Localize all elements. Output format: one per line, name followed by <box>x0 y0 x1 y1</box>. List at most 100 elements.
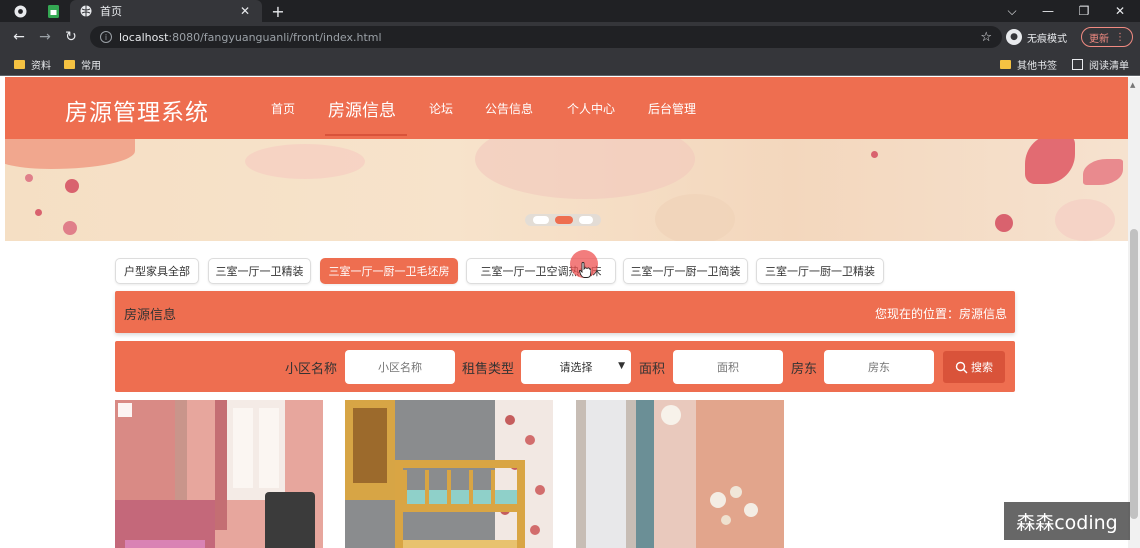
back-icon[interactable]: ← <box>10 28 28 46</box>
banner-decoration <box>871 151 878 158</box>
folder-icon <box>64 60 75 69</box>
banner-decoration <box>995 214 1013 232</box>
banner-decoration <box>655 194 735 241</box>
bookmarks-bar: 资料 常用 其他书签 阅读清单 <box>0 52 1140 76</box>
banner-decoration <box>25 174 33 182</box>
nav-home[interactable]: 首页 <box>271 77 295 139</box>
bookmark-label: 常用 <box>81 61 101 72</box>
search-button-label: 搜索 <box>971 361 993 374</box>
community-input[interactable] <box>345 350 455 384</box>
category-all[interactable]: 户型家具全部 <box>115 258 199 284</box>
listing-photo[interactable] <box>576 400 784 548</box>
bookmark-label: 阅读清单 <box>1089 61 1129 72</box>
banner-decoration <box>1025 139 1075 184</box>
page-scrollbar[interactable]: ▲ <box>1128 77 1140 548</box>
community-label: 小区名称 <box>285 362 338 377</box>
listing-photo[interactable] <box>345 400 553 548</box>
rent-type-value: 请选择 <box>559 361 593 374</box>
browser-tab-bar: 首页 ✕ + ⌵ — ❐ ✕ <box>0 0 1140 22</box>
info-icon[interactable]: i <box>100 31 112 43</box>
banner-carousel[interactable] <box>5 139 1128 241</box>
folder-icon <box>14 60 25 69</box>
section-header: 房源信息 您现在的位置：房源信息 <box>115 291 1015 333</box>
chevron-down-icon: ▼ <box>618 361 625 371</box>
category-item[interactable]: 三室一厅一厨一卫精装 <box>756 258 884 284</box>
other-bookmarks[interactable]: 其他书签 <box>1000 57 1057 72</box>
breadcrumb: 您现在的位置：房源信息 <box>874 307 1007 321</box>
folder-icon <box>1000 60 1011 69</box>
hand-cursor-icon <box>579 262 591 278</box>
section-title: 房源信息 <box>124 308 177 323</box>
bookmark-folder[interactable]: 常用 <box>64 57 101 72</box>
carousel-dot[interactable] <box>579 216 593 224</box>
site-header: 房源管理系统 首页 房源信息 论坛 公告信息 个人中心 后台管理 <box>5 77 1128 139</box>
search-form: 小区名称 租售类型 请选择 ▼ 面积 房东 搜索 <box>115 341 1015 392</box>
landlord-input[interactable] <box>824 350 934 384</box>
banner-decoration <box>35 209 42 216</box>
restore-icon[interactable]: ❐ <box>1072 0 1096 22</box>
banner-decoration <box>65 179 79 193</box>
nav-profile[interactable]: 个人中心 <box>567 77 615 139</box>
category-item-active[interactable]: 三室一厅一厨一卫毛坯房 <box>320 258 458 284</box>
rent-type-select[interactable]: 请选择 ▼ <box>521 350 631 384</box>
update-label: 更新 <box>1089 33 1109 45</box>
nav-announcements[interactable]: 公告信息 <box>485 77 533 139</box>
banner-decoration <box>245 144 365 179</box>
tab-search-icon[interactable]: ⌵ <box>1000 0 1024 22</box>
incognito-label: 无痕模式 <box>1027 33 1067 45</box>
reading-list-icon <box>1072 59 1083 70</box>
listing-photo[interactable] <box>115 400 323 548</box>
watermark: 森森coding <box>1004 502 1130 540</box>
banner-decoration <box>63 221 77 235</box>
bookmark-star-icon[interactable]: ☆ <box>980 30 992 45</box>
category-item[interactable]: 三室一厅一卫精装 <box>208 258 311 284</box>
site-title: 房源管理系统 <box>65 100 209 126</box>
globe-icon <box>80 5 92 17</box>
bedroom-image <box>115 400 323 548</box>
category-item[interactable]: 三室一厅一厨一卫简装 <box>623 258 748 284</box>
update-button[interactable]: 更新 ⋮ <box>1081 27 1133 47</box>
close-tab-icon[interactable]: ✕ <box>240 4 250 18</box>
active-nav-indicator <box>325 134 407 136</box>
area-label: 面积 <box>639 362 666 377</box>
nav-forum[interactable]: 论坛 <box>429 77 453 139</box>
reload-icon[interactable]: ↻ <box>62 28 80 46</box>
bookmark-label: 资料 <box>31 61 51 72</box>
reading-list[interactable]: 阅读清单 <box>1072 57 1129 72</box>
chrome-icon[interactable] <box>10 0 30 22</box>
bookmark-folder[interactable]: 资料 <box>14 57 51 72</box>
area-input[interactable] <box>673 350 783 384</box>
tab-title: 首页 <box>100 5 122 18</box>
bunk-bed-image <box>345 400 553 548</box>
carousel-dot[interactable] <box>533 216 549 224</box>
page-viewport: 房源管理系统 首页 房源信息 论坛 公告信息 个人中心 后台管理 户型家具全部 … <box>5 77 1128 548</box>
new-tab-icon[interactable]: + <box>268 0 288 22</box>
search-icon <box>955 361 968 373</box>
banner-decoration <box>1083 159 1123 185</box>
nav-admin[interactable]: 后台管理 <box>648 77 696 139</box>
minimize-icon[interactable]: — <box>1036 0 1060 22</box>
search-button[interactable]: 搜索 <box>943 351 1005 383</box>
active-tab[interactable]: 首页 ✕ <box>70 0 262 22</box>
banner-decoration <box>5 139 135 169</box>
browser-toolbar: ← → ↻ i localhost :8080/fangyuanguanli/f… <box>0 22 1140 52</box>
carousel-dot-active[interactable] <box>555 216 573 224</box>
address-bar[interactable]: i localhost :8080/fangyuanguanli/front/i… <box>90 26 1002 48</box>
rent-type-label: 租售类型 <box>462 362 515 377</box>
banner-decoration <box>475 139 695 199</box>
carousel-indicator[interactable] <box>525 214 601 226</box>
scroll-up-icon[interactable]: ▲ <box>1130 81 1135 89</box>
url-path: :8080/fangyuanguanli/front/index.html <box>168 30 382 44</box>
living-room-image <box>576 400 784 548</box>
sheets-tab-icon[interactable] <box>44 0 62 22</box>
bookmark-label: 其他书签 <box>1017 61 1057 72</box>
scrollbar-thumb[interactable] <box>1130 229 1138 519</box>
more-menu-icon: ⋮ <box>1115 31 1125 43</box>
forward-icon[interactable]: → <box>36 28 54 46</box>
incognito-indicator[interactable]: ● 无痕模式 <box>1006 29 1067 45</box>
banner-decoration <box>1055 199 1115 241</box>
nav-listings[interactable]: 房源信息 <box>328 77 396 139</box>
incognito-icon: ● <box>1006 29 1022 45</box>
close-window-icon[interactable]: ✕ <box>1108 0 1132 22</box>
url-host: localhost <box>119 30 169 44</box>
